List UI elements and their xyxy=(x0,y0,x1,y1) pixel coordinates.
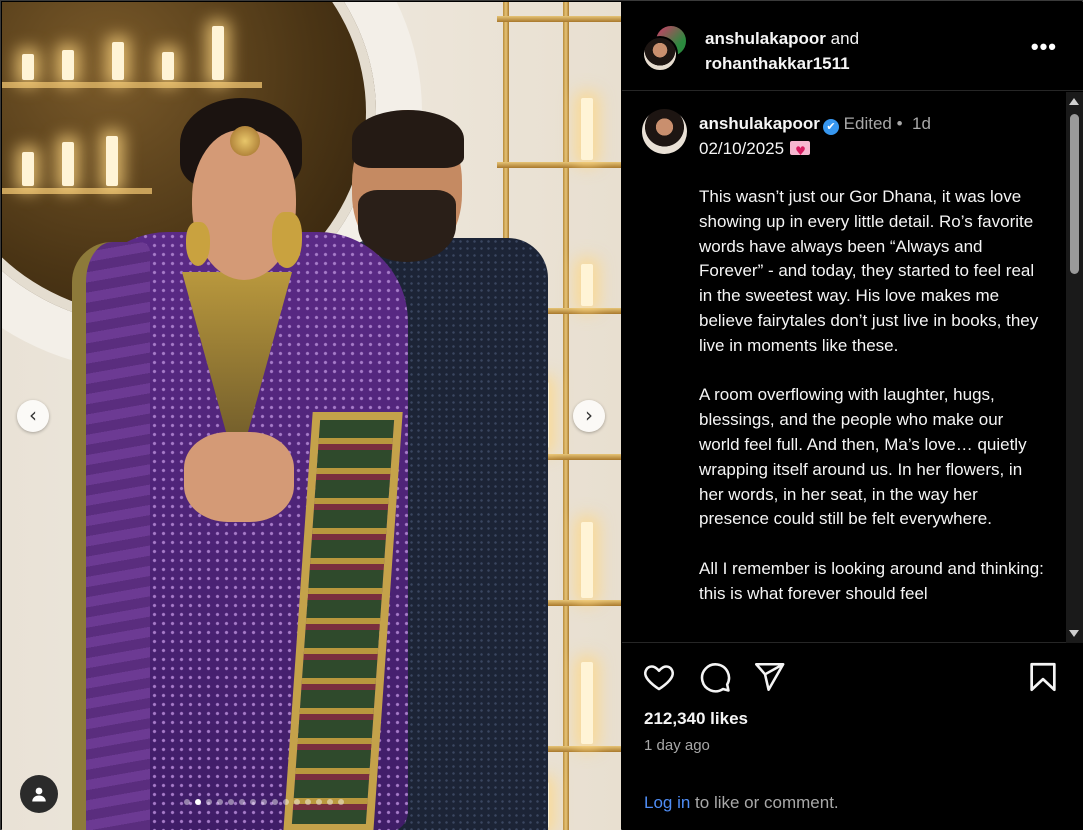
carousel-dot xyxy=(283,799,289,805)
collab-usernames: anshulakapoor and rohanthakkar1511 xyxy=(705,26,859,76)
chevron-left-icon: ‹ xyxy=(29,403,37,427)
save-button[interactable] xyxy=(1026,660,1062,696)
share-button[interactable] xyxy=(752,660,788,696)
avatar[interactable] xyxy=(642,109,687,154)
scroll-thumb[interactable] xyxy=(1070,114,1079,274)
caption-header: anshulakapoor ✔ Edited • 1d 02/10/2025 xyxy=(699,111,1059,164)
carousel-dot xyxy=(261,799,267,805)
carousel-dot xyxy=(305,799,311,805)
caption-scroll-area[interactable]: anshulakapoor✔ Edited • 1d 02/10/2025 Th… xyxy=(622,92,1083,643)
user-tag-icon xyxy=(32,787,46,802)
scroll-up-arrow[interactable] xyxy=(1069,98,1079,105)
caption-date: 02/10/2025 xyxy=(699,139,785,158)
carousel-dot xyxy=(206,799,212,805)
login-prompt: Log in to like or comment. xyxy=(644,793,839,813)
like-button[interactable] xyxy=(642,660,678,696)
tagged-users-button[interactable] xyxy=(20,775,58,813)
carousel-dot xyxy=(228,799,234,805)
candle xyxy=(162,52,174,80)
comment-icon xyxy=(700,663,731,693)
caption-scrollbar[interactable] xyxy=(1066,92,1083,643)
candle xyxy=(22,54,34,80)
carousel-dot xyxy=(294,799,300,805)
heart-icon xyxy=(644,665,674,691)
bookmark-icon xyxy=(1030,662,1056,692)
carousel-dot xyxy=(195,799,201,805)
carousel-dot xyxy=(272,799,278,805)
carousel-dot xyxy=(338,799,344,805)
carousel-indicator xyxy=(184,799,344,805)
carousel-dot xyxy=(327,799,333,805)
love-letter-emoji xyxy=(790,139,811,164)
share-icon xyxy=(754,662,785,692)
comment-button[interactable] xyxy=(698,660,734,696)
post-details-panel: anshulakapoor and rohanthakkar1511 ••• a… xyxy=(622,2,1083,830)
post-header: anshulakapoor and rohanthakkar1511 ••• xyxy=(622,2,1083,91)
collab-avatars[interactable] xyxy=(642,24,690,72)
carousel-dot xyxy=(316,799,322,805)
chevron-right-icon: › xyxy=(585,403,593,427)
separator: • xyxy=(896,114,903,133)
login-link[interactable]: Log in xyxy=(644,793,690,812)
joiner-text: and xyxy=(830,29,860,48)
caption-username[interactable]: anshulakapoor xyxy=(699,114,820,133)
scroll-down-arrow[interactable] xyxy=(1069,630,1079,637)
caption-paragraph: A room overflowing with laughter, hugs, … xyxy=(699,385,1027,529)
verified-icon: ✔ xyxy=(822,119,839,135)
caption-text: This wasn’t just our Gor Dhana, it was l… xyxy=(699,185,1044,631)
carousel-prev-button[interactable]: ‹ xyxy=(17,400,49,432)
more-icon: ••• xyxy=(1030,34,1057,59)
likes-count[interactable]: 212,340 likes xyxy=(644,709,748,729)
login-prompt-text: to like or comment. xyxy=(690,793,839,812)
post-media[interactable]: ‹ › xyxy=(2,2,621,830)
candle-shelf xyxy=(2,82,262,88)
carousel-next-button[interactable]: › xyxy=(573,400,605,432)
candle xyxy=(112,42,124,80)
carousel-dot xyxy=(217,799,223,805)
post-timestamp[interactable]: 1 day ago xyxy=(644,737,710,754)
action-bar xyxy=(622,660,1083,700)
caption-paragraph: This wasn’t just our Gor Dhana, it was l… xyxy=(699,187,1039,355)
candle xyxy=(62,50,74,80)
photo-woman xyxy=(62,92,412,830)
more-options-button[interactable]: ••• xyxy=(1031,36,1057,58)
candle xyxy=(212,26,224,80)
avatar[interactable] xyxy=(642,36,678,72)
instagram-post-modal: ‹ › anshulakapoor and rohanthakkar1511 •… xyxy=(0,0,1083,830)
username-link[interactable]: rohanthakkar1511 xyxy=(705,54,850,73)
caption-paragraph: All I remember is looking around and thi… xyxy=(699,558,1044,603)
candle xyxy=(22,152,34,186)
edited-label: Edited xyxy=(843,114,892,133)
carousel-dot xyxy=(250,799,256,805)
carousel-dot xyxy=(184,799,190,805)
carousel-dot xyxy=(239,799,245,805)
username-link[interactable]: anshulakapoor xyxy=(705,29,826,48)
post-age[interactable]: 1d xyxy=(912,114,931,133)
